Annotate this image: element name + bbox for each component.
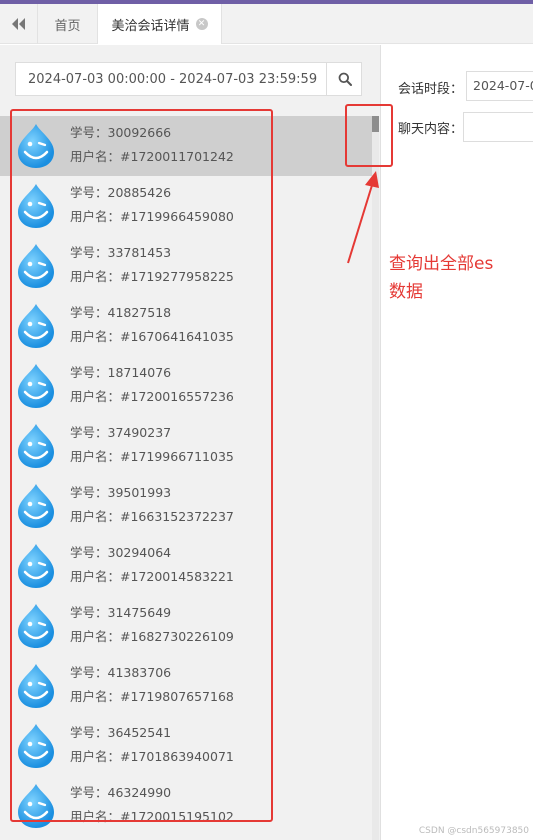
- annotation-scrollbar-highlight: [345, 104, 393, 167]
- content-label: 聊天内容：: [398, 122, 464, 137]
- date-range-search: [15, 62, 362, 96]
- date-range-input[interactable]: [16, 63, 326, 95]
- close-icon[interactable]: ✕: [195, 18, 208, 30]
- tab-home-label: 首页: [54, 18, 81, 34]
- period-field[interactable]: 2024-07-0: [466, 71, 533, 101]
- content-field[interactable]: [463, 112, 533, 142]
- tab-session-detail[interactable]: 美洽会话详情 ✕: [98, 4, 222, 44]
- watermark: CSDN @csdn565973850: [418, 826, 529, 836]
- annotation-arrow: [347, 171, 379, 264]
- annotation-line-1: 查询出全部es: [389, 254, 494, 274]
- annotation-line-2: 数据: [389, 282, 423, 302]
- period-label: 会话时段：: [398, 82, 464, 97]
- double-left-arrow-icon: [11, 18, 25, 30]
- search-button[interactable]: [326, 63, 362, 95]
- tab-scroll-back-button[interactable]: [0, 4, 38, 44]
- annotation-text: 查询出全部es 数据: [389, 250, 529, 306]
- tab-session-detail-label: 美洽会话详情: [111, 18, 190, 34]
- tab-home[interactable]: 首页: [38, 4, 98, 44]
- annotation-list-highlight: [10, 109, 273, 822]
- search-icon: [338, 72, 352, 86]
- tab-bar: 首页 美洽会话详情 ✕: [0, 4, 533, 44]
